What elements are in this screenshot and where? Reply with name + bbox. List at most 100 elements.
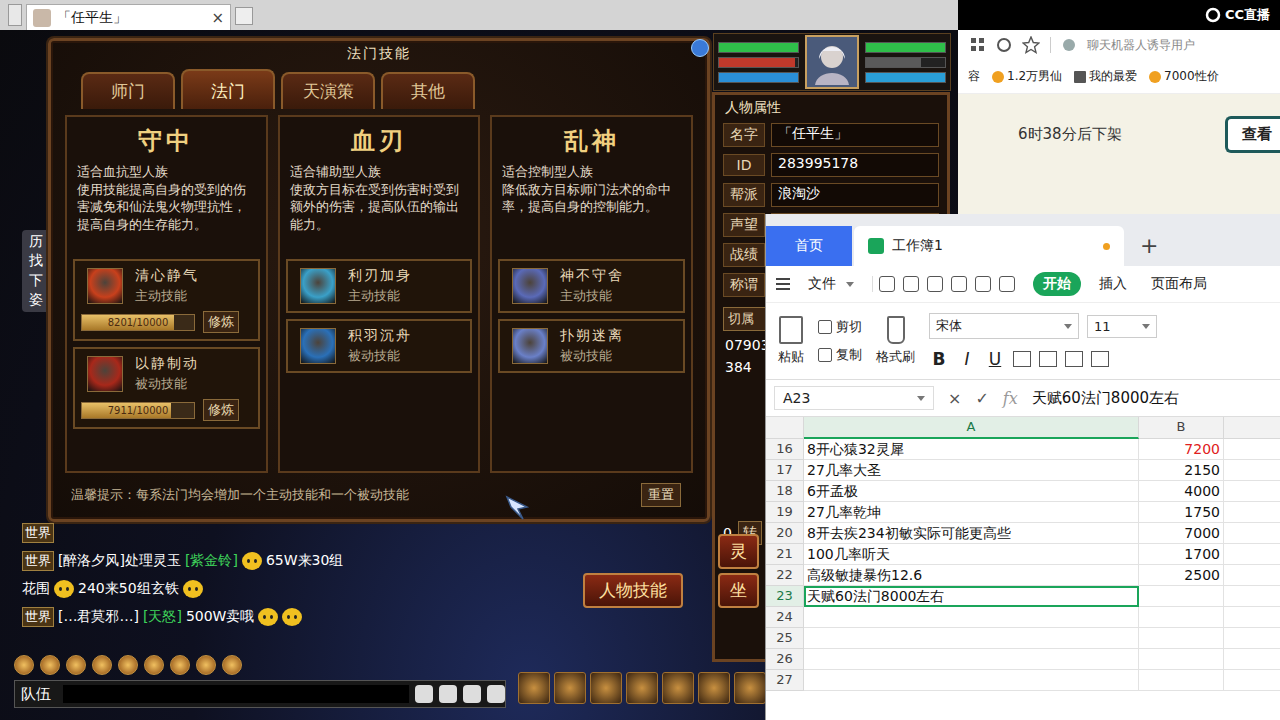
dialog-tab[interactable]: 师门 [81,72,175,109]
row-number[interactable]: 26 [766,649,804,670]
close-button[interactable]: × [211,9,224,27]
bookmark[interactable]: 7000性价 [1149,68,1219,85]
help-icon[interactable] [691,39,709,57]
game-menu-icon[interactable] [590,672,622,704]
toolbar-icon[interactable] [118,655,138,675]
team-button[interactable]: 队伍 [15,685,57,704]
format-icon[interactable] [1013,351,1031,367]
chat-tool-icon[interactable] [439,685,457,703]
cell[interactable] [804,670,1139,691]
tab-scroll-icon[interactable] [8,4,22,26]
font-select[interactable]: 宋体 [929,313,1079,339]
cell[interactable]: 8开心猿32灵犀 [804,439,1139,460]
spirit-button[interactable]: 灵 [718,534,759,569]
train-button[interactable]: 修炼 [203,311,239,333]
new-tab-icon[interactable] [235,7,253,25]
clip-tool[interactable]: 剪切 [818,318,862,336]
cell[interactable] [1139,628,1224,649]
bookmark[interactable]: 我的最爱 [1074,68,1137,85]
mount-button[interactable]: 坐 [718,573,759,608]
toolbar-icon[interactable] [92,655,112,675]
game-menu-icon[interactable] [554,672,586,704]
quick-access-icon[interactable] [975,276,991,292]
cell[interactable]: 高级敏捷暴伤12.6 [804,565,1139,586]
character-avatar-icon[interactable] [805,35,859,89]
format-painter-button[interactable]: 格式刷 [876,316,915,366]
row-number[interactable]: 24 [766,607,804,628]
cell[interactable]: 1750 [1139,502,1224,523]
cell[interactable]: 2150 [1139,460,1224,481]
side-strip-text[interactable]: 下 [24,273,48,288]
quick-access-icon[interactable] [927,276,943,292]
side-strip-text[interactable]: 找 [24,253,48,268]
quick-access-icon[interactable] [951,276,967,292]
format-icon[interactable] [1091,351,1109,367]
toolbar-icon[interactable] [40,655,60,675]
format-icon[interactable] [1065,351,1083,367]
game-menu-icon[interactable] [518,672,550,704]
row-number[interactable]: 16 [766,439,804,460]
chat-channel[interactable]: 世界 [22,523,54,543]
row-number[interactable]: 25 [766,628,804,649]
cell[interactable] [804,607,1139,628]
toolbar-icon[interactable] [144,655,164,675]
character-skill-button[interactable]: 人物技能 [583,573,683,608]
row-number[interactable]: 21 [766,544,804,565]
chat-tool-icon[interactable] [487,685,505,703]
format-button[interactable]: B [929,349,949,369]
cell[interactable]: 27几率乾坤 [804,502,1139,523]
menu-item[interactable]: 文件 [802,272,860,296]
apps-icon[interactable] [970,37,986,53]
cell[interactable]: 7200 [1139,439,1224,460]
chat-channel[interactable]: 世界 [22,551,54,571]
quick-access-icon[interactable] [903,276,919,292]
clip-tool[interactable]: 复制 [818,346,862,364]
paste-button[interactable]: 粘贴 [778,316,804,366]
document-tab[interactable]: 首页 [766,226,852,266]
game-menu-icon[interactable] [626,672,658,704]
cell[interactable]: 8开去疾234初敏实际可能更高些 [804,523,1139,544]
cell[interactable]: 6开孟极 [804,481,1139,502]
row-number[interactable]: 18 [766,481,804,502]
game-menu-icon[interactable] [734,672,766,704]
new-tab-button[interactable]: + [1126,233,1172,266]
row-number[interactable]: 22 [766,565,804,586]
side-strip-text[interactable]: 历 [24,234,48,249]
column-header[interactable]: B [1139,417,1224,439]
view-button[interactable]: 查看 [1225,116,1280,153]
row-number[interactable]: 20 [766,523,804,544]
chat-tool-icon[interactable] [415,685,433,703]
browser-engine-icon[interactable] [996,37,1012,53]
skill-card[interactable]: 以静制动被动技能7911/10000修炼 [73,347,260,429]
menu-item[interactable]: 页面布局 [1145,272,1213,296]
cell[interactable]: 100几率听天 [804,544,1139,565]
name-box[interactable]: A23 [774,386,934,410]
menu-item[interactable]: 插入 [1093,272,1133,296]
toolbar-icon[interactable] [170,655,190,675]
bookmark[interactable]: 容 [968,68,980,85]
star-icon[interactable] [1022,36,1040,54]
cell[interactable] [804,649,1139,670]
row-number[interactable]: 23 [766,586,804,607]
toolbar-icon[interactable] [222,655,242,675]
document-tab[interactable]: 工作簿1 [854,226,1124,266]
row-number[interactable]: 17 [766,460,804,481]
chat-tool-icon[interactable] [463,685,481,703]
chat-channel[interactable]: 世界 [22,607,54,627]
row-number[interactable]: 19 [766,502,804,523]
cell[interactable]: 27几率大圣 [804,460,1139,481]
cell[interactable] [1139,649,1224,670]
quick-access-icon[interactable] [879,276,895,292]
row-number[interactable]: 27 [766,670,804,691]
formula-input[interactable]: 天赋60法门8000左右 [1032,389,1179,408]
cell[interactable]: 4000 [1139,481,1224,502]
format-button[interactable]: U [985,349,1005,369]
dialog-tab[interactable]: 法门 [181,69,275,109]
cell[interactable] [1139,670,1224,691]
formula-mark[interactable]: fx [1003,389,1018,408]
format-icon[interactable] [1039,351,1057,367]
skill-card[interactable]: 神不守舍主动技能 [498,259,685,313]
cell[interactable] [1139,586,1224,607]
skill-card[interactable]: 清心静气主动技能8201/10000修炼 [73,259,260,341]
skill-card[interactable]: 利刃加身主动技能 [286,259,473,313]
